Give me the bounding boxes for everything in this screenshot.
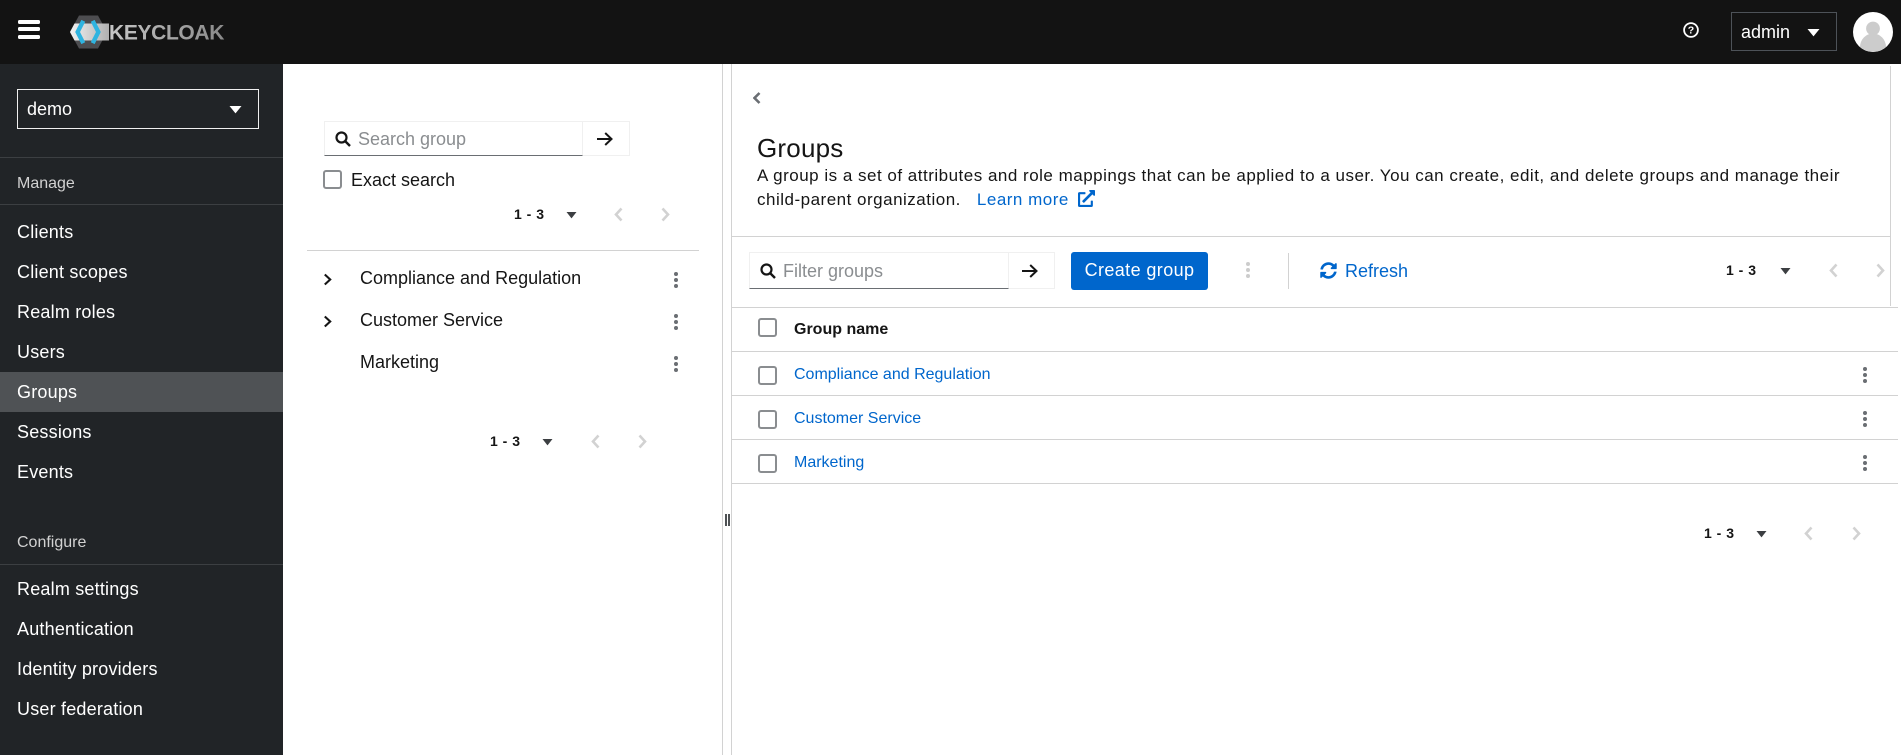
svg-text:KEYCLOAK: KEYCLOAK xyxy=(109,22,224,45)
svg-text:?: ? xyxy=(1688,25,1694,37)
